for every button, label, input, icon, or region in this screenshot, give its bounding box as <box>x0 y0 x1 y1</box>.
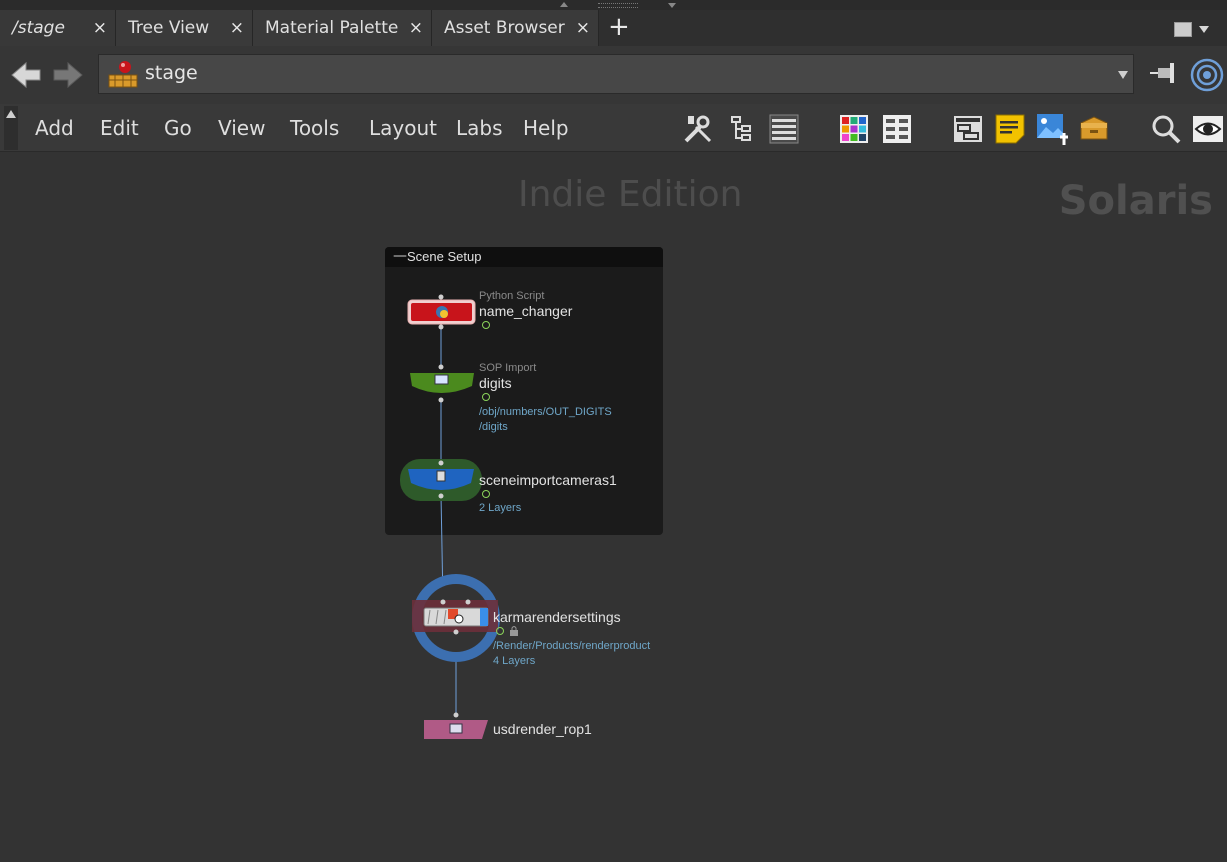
tree-icon[interactable] <box>726 113 758 145</box>
menu-layout[interactable]: Layout <box>369 116 437 140</box>
collapse-toolbar-button[interactable] <box>4 106 18 150</box>
node-name[interactable]: digits <box>479 375 512 391</box>
scene-import-node[interactable] <box>398 459 486 503</box>
sticky-note-icon[interactable] <box>994 113 1026 145</box>
menu-go[interactable]: Go <box>164 116 192 140</box>
network-box-icon[interactable] <box>952 113 984 145</box>
pane-menu-arrow-icon[interactable] <box>1199 26 1209 33</box>
node-wires <box>440 326 457 715</box>
tab-material-palette[interactable]: Material Palette × <box>253 10 432 46</box>
node-name[interactable]: name_changer <box>479 303 572 319</box>
node-name[interactable]: usdrender_rop1 <box>493 721 592 737</box>
path-bar: stage <box>0 46 1227 104</box>
node-info-path: /obj/numbers/OUT_DIGITS <box>479 406 612 418</box>
shape-palette-icon[interactable] <box>881 113 913 145</box>
menu-edit[interactable]: Edit <box>100 116 139 140</box>
menu-labs[interactable]: Labs <box>456 116 503 140</box>
node-info-path: /Render/Products/renderproduct <box>493 640 651 652</box>
node-type-label: Python Script <box>479 290 545 302</box>
node-info-layers: 2 Layers <box>479 502 522 514</box>
tab-tree-view[interactable]: Tree View × <box>116 10 253 46</box>
node-name[interactable]: karmarendersettings <box>493 609 621 625</box>
node-flag-icon <box>482 321 490 329</box>
pane-resize-handle[interactable] <box>0 0 1227 10</box>
node-info-layers: 4 Layers <box>493 655 536 667</box>
node-flag-icon <box>482 490 490 498</box>
pin-icon[interactable] <box>1150 60 1184 86</box>
subnet-icon[interactable] <box>1078 113 1110 145</box>
tab-label: Material Palette <box>265 18 399 38</box>
karma-render-settings-node[interactable] <box>408 570 504 666</box>
back-arrow-icon[interactable] <box>10 60 44 90</box>
pane-tab-bar: /stage × Tree View × Material Palette × … <box>0 10 1227 46</box>
node-flag-icon <box>482 393 490 401</box>
path-value: stage <box>145 62 198 84</box>
tab-stage[interactable]: /stage × <box>0 10 116 46</box>
tab-asset-browser[interactable]: Asset Browser × <box>432 10 599 46</box>
menu-add[interactable]: Add <box>35 116 74 140</box>
node-name[interactable]: sceneimportcameras1 <box>479 472 617 488</box>
network-menu-bar: Add Edit Go View Tools Layout Labs Help <box>0 104 1227 152</box>
background-image-icon[interactable] <box>1036 113 1068 145</box>
close-icon[interactable]: × <box>93 18 107 38</box>
close-icon[interactable]: × <box>576 18 590 38</box>
python-script-node[interactable] <box>405 293 479 331</box>
wrench-icon[interactable] <box>682 113 714 145</box>
tab-label: Asset Browser <box>444 18 565 38</box>
collapse-up-icon[interactable] <box>560 2 568 7</box>
close-icon[interactable]: × <box>230 18 244 38</box>
tab-label: /stage <box>12 18 65 38</box>
node-info-path: /digits <box>479 421 508 433</box>
color-grid-icon[interactable] <box>838 113 870 145</box>
node-flag-icon <box>496 627 504 635</box>
usd-render-rop-node[interactable] <box>422 712 490 742</box>
forward-arrow-icon[interactable] <box>52 60 86 90</box>
search-icon[interactable] <box>1150 113 1182 145</box>
stage-context-icon <box>108 61 138 88</box>
collapse-down-icon[interactable] <box>668 3 676 8</box>
network-editor-canvas[interactable]: Indie Edition Solaris — Scene Setup Pyth… <box>0 152 1227 862</box>
close-icon[interactable]: × <box>409 18 423 38</box>
list-icon[interactable] <box>768 113 800 145</box>
sop-import-node[interactable] <box>405 364 479 404</box>
menu-tools[interactable]: Tools <box>290 116 339 140</box>
menu-help[interactable]: Help <box>523 116 569 140</box>
menu-view[interactable]: View <box>218 116 265 140</box>
tab-label: Tree View <box>128 18 210 38</box>
lock-icon <box>510 626 518 636</box>
add-tab-button[interactable]: + <box>608 14 630 40</box>
maximize-pane-icon[interactable] <box>1174 22 1192 37</box>
grip-icon <box>598 3 638 8</box>
collapse-arrow-icon <box>6 110 16 118</box>
chevron-down-icon[interactable] <box>1118 71 1128 79</box>
link-group-icon[interactable] <box>1190 58 1224 92</box>
eye-icon[interactable] <box>1192 113 1224 145</box>
node-type-label: SOP Import <box>479 362 537 374</box>
network-path-field[interactable]: stage <box>98 54 1134 94</box>
